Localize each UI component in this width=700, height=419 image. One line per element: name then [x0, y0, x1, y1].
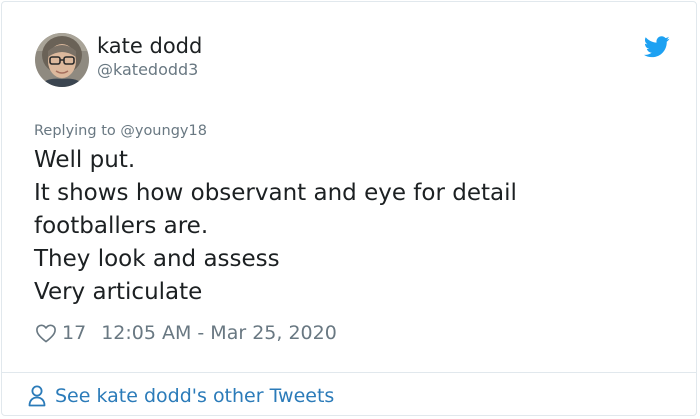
reply-to-handle[interactable]: @youngy18: [120, 123, 207, 139]
tweet-text-line: footballers are.: [34, 213, 209, 239]
tweet-text-line: Very articulate: [34, 279, 203, 305]
tweet-text-line: Well put.: [34, 147, 136, 173]
tweet-text-line: It shows how observant and eye for detai…: [34, 180, 517, 206]
tweet-card: kate dodd @katedodd3 Replying to @youngy…: [1, 1, 697, 416]
footer-divider: [2, 372, 696, 373]
person-icon: [28, 385, 46, 407]
author-handle[interactable]: @katedodd3: [97, 60, 198, 80]
twitter-bird-icon[interactable]: [644, 36, 670, 58]
tweet-timestamp[interactable]: 12:05 AM - Mar 25, 2020: [101, 322, 337, 344]
avatar[interactable]: [35, 33, 89, 87]
see-other-tweets-link[interactable]: See kate dodd's other Tweets: [27, 382, 334, 410]
tweet-text-line: They look and assess: [34, 246, 280, 272]
reply-prefix: Replying to: [34, 123, 121, 139]
avatar-photo: [35, 33, 89, 87]
tweet-meta: 17 12:05 AM - Mar 25, 2020: [35, 320, 337, 346]
tweet-text: Well put. It shows how observant and eye…: [34, 144, 664, 309]
reply-context: Replying to @youngy18: [34, 122, 207, 140]
author-display-name[interactable]: kate dodd: [97, 33, 202, 59]
heart-icon[interactable]: [35, 323, 57, 343]
like-count[interactable]: 17: [62, 322, 86, 344]
see-other-tweets-label: See kate dodd's other Tweets: [55, 385, 335, 407]
